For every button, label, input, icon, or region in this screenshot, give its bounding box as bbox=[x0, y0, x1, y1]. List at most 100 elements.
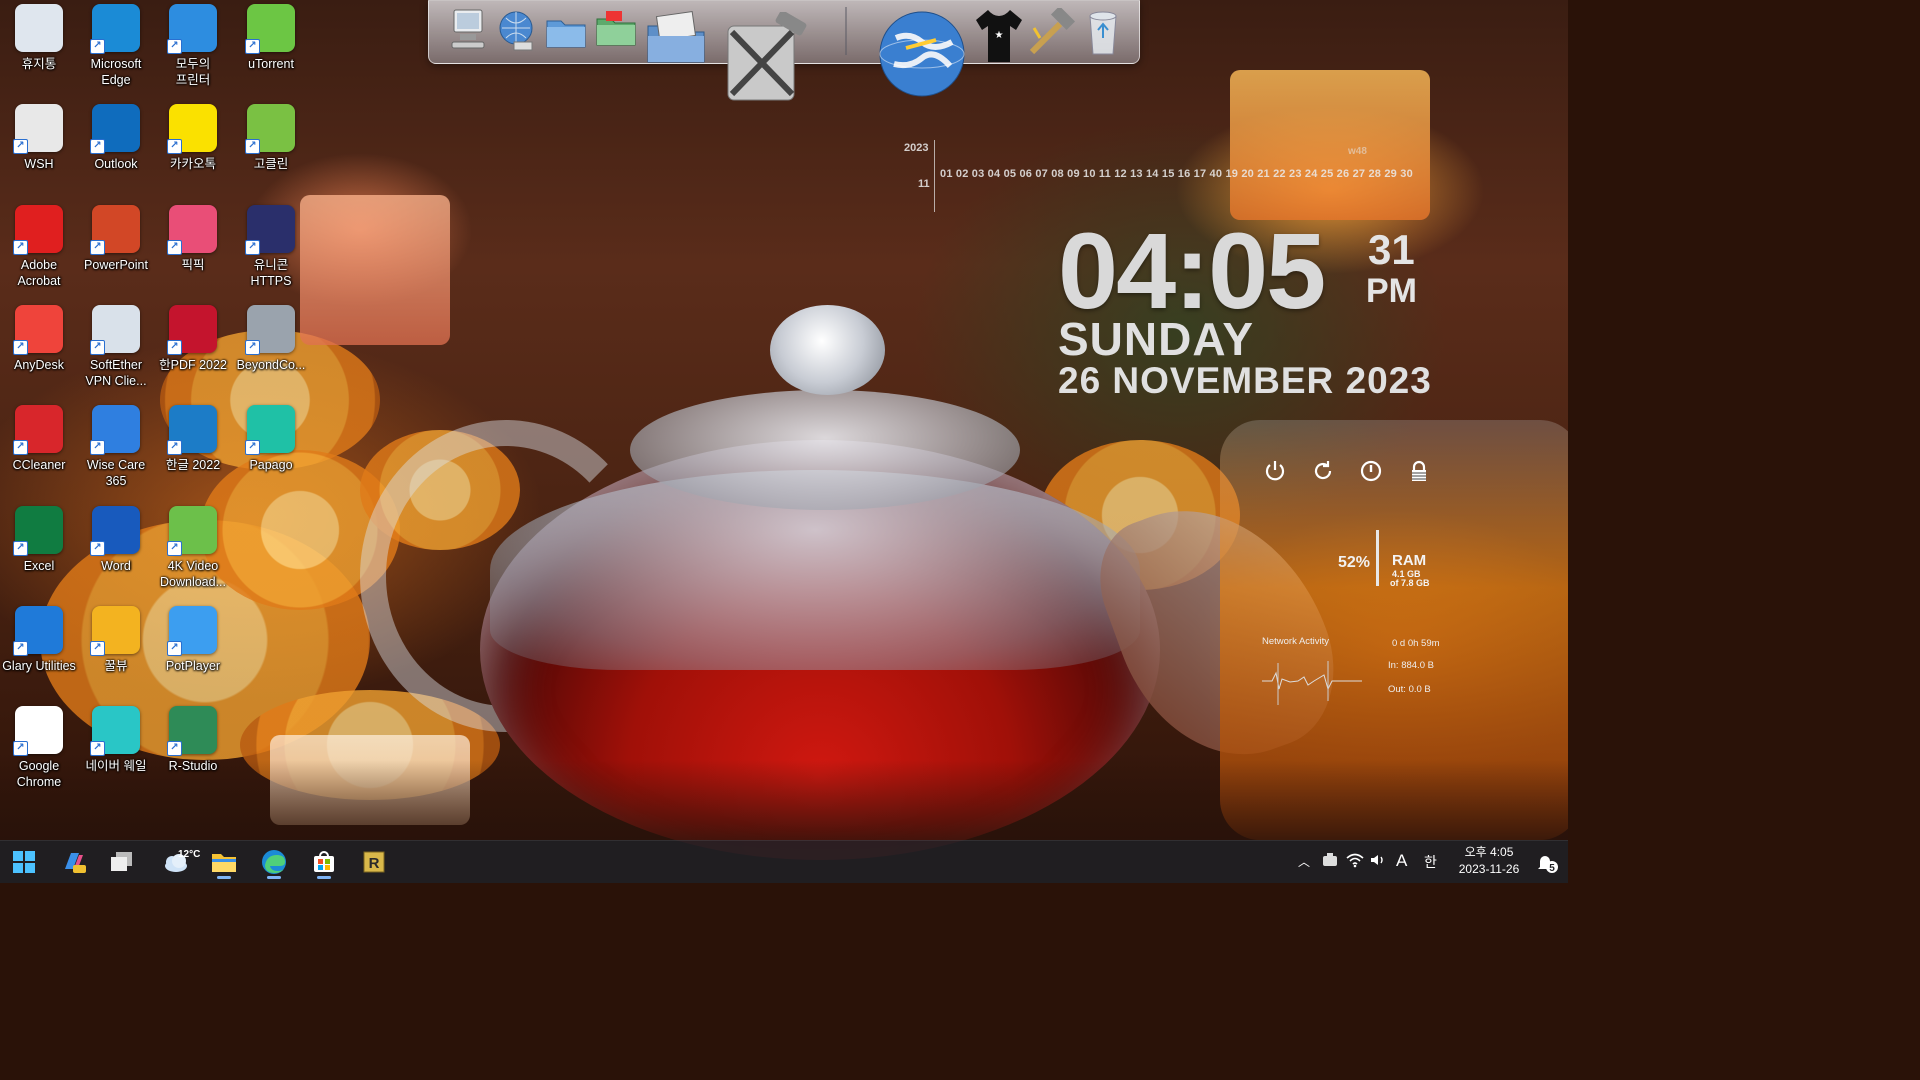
desktop-icon[interactable]: ↗ 픽픽 bbox=[154, 205, 232, 273]
desktop-icon[interactable]: ↗ Outlook bbox=[77, 104, 155, 172]
computer-icon[interactable] bbox=[447, 7, 489, 53]
shortcut-arrow-icon: ↗ bbox=[167, 641, 182, 656]
desktop-icon-label: 고클린 bbox=[253, 157, 289, 171]
desktop-icon[interactable]: ↗ 모두의 프린터 bbox=[154, 4, 232, 88]
desktop-icon-label: Wise Care 365 bbox=[86, 458, 146, 488]
desktop-icon[interactable]: ↗ WSH bbox=[0, 104, 78, 172]
ime-language-indicator[interactable]: 한 bbox=[1424, 852, 1437, 872]
desktop-icon-label: Outlook bbox=[94, 157, 138, 171]
outlook-icon: ↗ bbox=[90, 104, 140, 154]
edge-taskbar-button[interactable] bbox=[254, 844, 294, 880]
copilot-button[interactable] bbox=[54, 844, 94, 880]
uptime: 0 d 0h 59m bbox=[1392, 638, 1440, 649]
hammer-icon[interactable] bbox=[1025, 7, 1077, 57]
network-globe-icon[interactable] bbox=[493, 7, 539, 53]
tshirt-icon[interactable]: ★ bbox=[973, 5, 1025, 65]
restart-icon[interactable] bbox=[1310, 458, 1336, 484]
wisecare-icon: ↗ bbox=[90, 405, 140, 455]
shortcut-arrow-icon: ↗ bbox=[90, 741, 105, 756]
desktop-icon[interactable]: ↗ 고클린 bbox=[232, 104, 310, 172]
word-icon: ↗ bbox=[90, 506, 140, 556]
world-globe-icon[interactable] bbox=[875, 7, 969, 101]
green-folder-icon[interactable] bbox=[593, 7, 639, 53]
shortcut-arrow-icon: ↗ bbox=[167, 440, 182, 455]
desktop-icon[interactable]: ↗ Excel bbox=[0, 506, 78, 574]
calendar-month: 11 bbox=[918, 178, 930, 190]
rstudio-icon: ↗ bbox=[167, 706, 217, 756]
desktop-icon[interactable]: ↗ CCleaner bbox=[0, 405, 78, 473]
power-icon[interactable] bbox=[1262, 458, 1288, 484]
store-button[interactable] bbox=[304, 844, 344, 880]
4kvideo-icon: ↗ bbox=[167, 506, 217, 556]
desktop-icon[interactable]: ↗ Glary Utilities bbox=[0, 606, 78, 674]
volume-icon[interactable] bbox=[1370, 852, 1386, 868]
rstudio-taskbar-button[interactable]: R bbox=[354, 844, 394, 880]
desktop-icon[interactable]: 휴지통 bbox=[0, 4, 78, 72]
photo-folder-icon[interactable] bbox=[643, 7, 709, 69]
document-icon: ↗ bbox=[13, 104, 63, 154]
desktop-icon[interactable]: ↗ 4K Video Download... bbox=[154, 506, 232, 590]
desktop-icon-label: AnyDesk bbox=[13, 358, 65, 372]
desktop-icon[interactable]: ↗ 한PDF 2022 bbox=[154, 305, 232, 373]
shortcut-arrow-icon: ↗ bbox=[167, 240, 182, 255]
desktop-icon[interactable]: ↗ Google Chrome bbox=[0, 706, 78, 790]
system-tools-icon[interactable] bbox=[715, 11, 811, 109]
desktop-icon[interactable]: ↗ PotPlayer bbox=[154, 606, 232, 674]
shutdown-icon[interactable] bbox=[1358, 458, 1384, 484]
desktop-icon-label: CCleaner bbox=[12, 458, 66, 472]
shortcut-arrow-icon: ↗ bbox=[13, 541, 28, 556]
desktop-icon-label: 한PDF 2022 bbox=[159, 358, 227, 372]
calendar-year: 2023 bbox=[904, 142, 929, 154]
desktop-icon[interactable]: ↗ Wise Care 365 bbox=[77, 405, 155, 489]
desktop-icon[interactable]: ↗ 한글 2022 bbox=[154, 405, 232, 473]
desktop-icon-label: Word bbox=[101, 559, 131, 573]
desktop-icon[interactable]: ↗ 꿀뷰 bbox=[77, 606, 155, 674]
desktop-icon[interactable]: ↗ PowerPoint bbox=[77, 205, 155, 273]
whale-icon: ↗ bbox=[90, 706, 140, 756]
file-explorer-icon bbox=[212, 854, 236, 872]
start-icon bbox=[13, 851, 35, 873]
shortcut-arrow-icon: ↗ bbox=[90, 39, 105, 54]
desktop-icon[interactable]: ↗ SoftEther VPN Clie... bbox=[77, 305, 155, 389]
desktop-icon[interactable]: ↗ 네이버 웨일 bbox=[77, 706, 155, 774]
desktop-icon[interactable]: ↗ 유니콘 HTTPS bbox=[232, 205, 310, 289]
notification-count: 5 bbox=[1549, 863, 1555, 873]
notification-bell-icon[interactable]: 5 bbox=[1536, 853, 1558, 873]
store-icon bbox=[314, 851, 334, 872]
shortcut-arrow-icon: ↗ bbox=[245, 39, 260, 54]
start-button[interactable] bbox=[4, 844, 44, 880]
taskbar-clock[interactable]: 오후 4:05 2023-11-26 bbox=[1448, 844, 1530, 878]
file-explorer-button[interactable] bbox=[204, 844, 244, 880]
shortcut-arrow-icon: ↗ bbox=[90, 340, 105, 355]
edge-icon: ↗ bbox=[90, 4, 140, 54]
calendar-divider bbox=[934, 140, 935, 212]
desktop-icon[interactable]: ↗ R-Studio bbox=[154, 706, 232, 774]
show-hidden-icons-chevron-icon[interactable]: ︿ bbox=[1298, 853, 1310, 870]
desktop-icon-label: 모두의 프린터 bbox=[175, 57, 211, 87]
wifi-icon[interactable] bbox=[1346, 852, 1364, 868]
honeyview-icon: ↗ bbox=[90, 606, 140, 656]
desktop-icon[interactable]: ↗ Word bbox=[77, 506, 155, 574]
ime-mode-indicator[interactable]: A bbox=[1396, 851, 1407, 871]
dock-separator bbox=[845, 7, 847, 55]
picpick-icon: ↗ bbox=[167, 205, 217, 255]
desktop-icon[interactable]: ↗ uTorrent bbox=[232, 4, 310, 72]
desktop-icon[interactable]: ↗ 카카오톡 bbox=[154, 104, 232, 172]
shortcut-arrow-icon: ↗ bbox=[245, 240, 260, 255]
desktop-icon[interactable]: ↗ Microsoft Edge bbox=[77, 4, 155, 88]
desktop-icon[interactable]: ↗ Papago bbox=[232, 405, 310, 473]
network-title: Network Activity bbox=[1262, 636, 1330, 647]
desktop-icon[interactable]: ↗ Adobe Acrobat bbox=[0, 205, 78, 289]
svg-text:★: ★ bbox=[995, 30, 1004, 41]
trash-icon[interactable] bbox=[1081, 7, 1125, 57]
papago-icon: ↗ bbox=[245, 405, 295, 455]
lock-icon[interactable] bbox=[1406, 458, 1432, 484]
calendar-week: w48 bbox=[1348, 146, 1367, 157]
desktop-icon[interactable]: ↗ BeyondCo... bbox=[232, 305, 310, 373]
tray-app-icon[interactable] bbox=[1321, 852, 1339, 868]
desktop-icon[interactable]: ↗ AnyDesk bbox=[0, 305, 78, 373]
folder-icon[interactable] bbox=[543, 9, 589, 53]
task-view-button[interactable] bbox=[102, 844, 142, 880]
calendar-days: 01 02 03 04 05 06 07 08 09 10 11 12 13 1… bbox=[940, 168, 1413, 180]
weather-button[interactable]: 12°C bbox=[154, 844, 200, 880]
